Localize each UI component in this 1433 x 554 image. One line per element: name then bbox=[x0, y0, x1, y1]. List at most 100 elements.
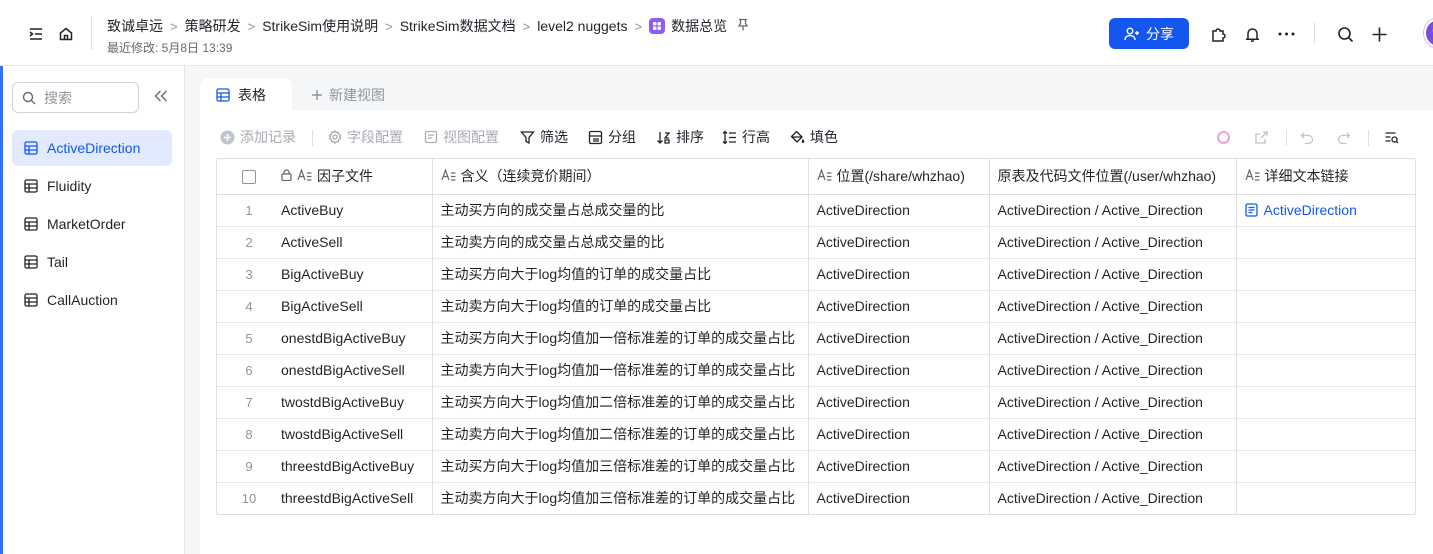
plugin-icon[interactable] bbox=[1206, 22, 1230, 46]
table-row[interactable]: 9 threestdBigActiveBuy 主动买方向大于log均值加三倍标准差的… bbox=[217, 450, 1415, 483]
row-index[interactable]: 10 bbox=[217, 482, 281, 514]
search-icon[interactable] bbox=[1333, 22, 1357, 46]
cell-factor-file[interactable]: ActiveSell bbox=[281, 226, 433, 259]
row-index[interactable]: 7 bbox=[217, 386, 281, 419]
cell-source-location[interactable]: ActiveDirection / Active_Direction bbox=[989, 322, 1237, 355]
breadcrumb-item[interactable]: StrikeSim使用说明 bbox=[262, 16, 378, 36]
expand-sidebar-icon[interactable] bbox=[24, 22, 48, 46]
row-index[interactable]: 2 bbox=[217, 226, 281, 259]
cell-meaning[interactable]: 主动买方向大于log均值的订单的成交量占比 bbox=[432, 258, 809, 291]
cell-factor-file[interactable]: threestdBigActiveSell bbox=[281, 482, 433, 514]
row-index[interactable]: 8 bbox=[217, 418, 281, 451]
cell-position[interactable]: ActiveDirection bbox=[808, 418, 990, 451]
fill-color-button[interactable]: 填色 bbox=[790, 122, 838, 152]
cell-meaning[interactable]: 主动卖方向大于log均值的订单的成交量占比 bbox=[432, 290, 809, 323]
cell-detail-link[interactable] bbox=[1236, 386, 1415, 419]
breadcrumb-item[interactable]: 致诚卓远 bbox=[107, 16, 163, 36]
cell-meaning[interactable]: 主动买方向的成交量占总成交量的比 bbox=[432, 194, 809, 227]
row-index[interactable]: 9 bbox=[217, 450, 281, 483]
more-icon[interactable] bbox=[1274, 22, 1298, 46]
cell-meaning[interactable]: 主动卖方向大于log均值加三倍标准差的订单的成交量占比 bbox=[432, 482, 809, 514]
cell-position[interactable]: ActiveDirection bbox=[808, 354, 990, 387]
cell-meaning[interactable]: 主动卖方向的成交量占总成交量的比 bbox=[432, 226, 809, 259]
table-row[interactable]: 5 onestdBigActiveBuy 主动买方向大于log均值加一倍标准差的订单… bbox=[217, 322, 1415, 355]
table-row[interactable]: 2 ActiveSell 主动卖方向的成交量占总成交量的比 ActiveDirecti… bbox=[217, 226, 1415, 259]
tab-grid-view[interactable]: 表格 bbox=[200, 78, 292, 112]
cell-position[interactable]: ActiveDirection bbox=[808, 226, 990, 259]
plus-icon[interactable] bbox=[1367, 22, 1391, 46]
cell-factor-file[interactable]: twostdBigActiveSell bbox=[281, 418, 433, 451]
cell-detail-link[interactable]: ActiveDirection bbox=[1236, 194, 1416, 227]
cell-factor-file[interactable]: BigActiveSell bbox=[281, 290, 433, 323]
breadcrumb-item[interactable]: level2 nuggets bbox=[537, 18, 627, 34]
collapse-sidebar-icon[interactable] bbox=[151, 86, 171, 106]
cell-position[interactable]: ActiveDirection bbox=[808, 322, 990, 355]
cell-position[interactable]: ActiveDirection bbox=[808, 386, 990, 419]
cell-source-location[interactable]: ActiveDirection / Active_Direction bbox=[989, 194, 1237, 227]
cell-meaning[interactable]: 主动买方向大于log均值加一倍标准差的订单的成交量占比 bbox=[432, 322, 809, 355]
cell-source-location[interactable]: ActiveDirection / Active_Direction bbox=[989, 290, 1237, 323]
avatar[interactable] bbox=[1424, 18, 1433, 48]
home-icon[interactable] bbox=[54, 22, 78, 46]
column-header[interactable]: 因子文件 bbox=[281, 159, 433, 195]
row-height-button[interactable]: 行高 bbox=[722, 122, 770, 152]
cell-detail-link[interactable] bbox=[1236, 450, 1415, 483]
cell-source-location[interactable]: ActiveDirection / Active_Direction bbox=[989, 450, 1237, 483]
cell-factor-file[interactable]: onestdBigActiveBuy bbox=[281, 322, 433, 355]
cell-position[interactable]: ActiveDirection bbox=[808, 290, 990, 323]
column-header[interactable]: 位置(/share/whzhao) bbox=[808, 159, 990, 195]
sidebar-item-callauction[interactable]: CallAuction bbox=[12, 282, 172, 318]
cell-meaning[interactable]: 主动买方向大于log均值加三倍标准差的订单的成交量占比 bbox=[432, 450, 809, 483]
cell-meaning[interactable]: 主动买方向大于log均值加二倍标准差的订单的成交量占比 bbox=[432, 386, 809, 419]
row-index[interactable]: 5 bbox=[217, 322, 281, 355]
sort-button[interactable]: 排序 bbox=[656, 122, 704, 152]
cell-factor-file[interactable]: ActiveBuy bbox=[281, 194, 433, 227]
table-row[interactable]: 3 BigActiveBuy 主动买方向大于log均值的订单的成交量占比 Active… bbox=[217, 258, 1415, 291]
share-button[interactable]: 分享 bbox=[1109, 18, 1189, 49]
table-row[interactable]: 4 BigActiveSell 主动卖方向大于log均值的订单的成交量占比 Activ… bbox=[217, 290, 1415, 323]
cell-detail-link[interactable] bbox=[1236, 418, 1415, 451]
table-row[interactable]: 10 threestdBigActiveSell 主动卖方向大于log均值加三倍标准… bbox=[217, 482, 1415, 514]
sidebar-item-tail[interactable]: Tail bbox=[12, 244, 172, 280]
bell-icon[interactable] bbox=[1240, 22, 1264, 46]
cell-source-location[interactable]: ActiveDirection / Active_Direction bbox=[989, 226, 1237, 259]
column-header[interactable]: 原表及代码文件位置(/user/whzhao) bbox=[989, 159, 1237, 195]
row-index[interactable]: 1 bbox=[217, 194, 281, 227]
cell-factor-file[interactable]: twostdBigActiveBuy bbox=[281, 386, 433, 419]
sidebar-item-activedirection[interactable]: ActiveDirection bbox=[12, 130, 172, 166]
view-config-button[interactable]: 视图配置 bbox=[424, 122, 499, 152]
doc-link[interactable]: ActiveDirection bbox=[1244, 202, 1416, 218]
cell-position[interactable]: ActiveDirection bbox=[808, 482, 990, 514]
group-button[interactable]: 分组 bbox=[588, 122, 636, 152]
search-records-icon[interactable] bbox=[1382, 128, 1400, 146]
row-index[interactable]: 6 bbox=[217, 354, 281, 387]
cell-detail-link[interactable] bbox=[1236, 290, 1415, 323]
table-row[interactable]: 6 onestdBigActiveSell 主动卖方向大于log均值加一倍标准差的订… bbox=[217, 354, 1415, 387]
cell-factor-file[interactable]: BigActiveBuy bbox=[281, 258, 433, 291]
cell-position[interactable]: ActiveDirection bbox=[808, 258, 990, 291]
cell-meaning[interactable]: 主动卖方向大于log均值加一倍标准差的订单的成交量占比 bbox=[432, 354, 809, 387]
ai-assistant-icon[interactable] bbox=[1214, 128, 1232, 146]
filter-button[interactable]: 筛选 bbox=[520, 122, 568, 152]
cell-detail-link[interactable] bbox=[1236, 258, 1415, 291]
redo-icon[interactable] bbox=[1334, 128, 1352, 146]
select-all-checkbox[interactable] bbox=[242, 170, 256, 185]
cell-source-location[interactable]: ActiveDirection / Active_Direction bbox=[989, 258, 1237, 291]
cell-source-location[interactable]: ActiveDirection / Active_Direction bbox=[989, 386, 1237, 419]
table-row[interactable]: 8 twostdBigActiveSell 主动卖方向大于log均值加二倍标准差的订… bbox=[217, 418, 1415, 451]
table-row[interactable]: 1 ActiveBuy 主动买方向的成交量占总成交量的比 ActiveDirectio… bbox=[217, 194, 1416, 227]
sidebar-item-marketorder[interactable]: MarketOrder bbox=[12, 206, 172, 242]
cell-source-location[interactable]: ActiveDirection / Active_Direction bbox=[989, 482, 1237, 514]
table-row[interactable]: 7 twostdBigActiveBuy 主动买方向大于log均值加二倍标准差的订单… bbox=[217, 386, 1415, 419]
breadcrumb-current[interactable]: 数据总览 bbox=[649, 16, 727, 36]
cell-position[interactable]: ActiveDirection bbox=[808, 194, 990, 227]
row-index[interactable]: 4 bbox=[217, 290, 281, 323]
cell-detail-link[interactable] bbox=[1236, 482, 1415, 514]
row-index[interactable]: 3 bbox=[217, 258, 281, 291]
cell-meaning[interactable]: 主动卖方向大于log均值加二倍标准差的订单的成交量占比 bbox=[432, 418, 809, 451]
add-record-button[interactable]: 添加记录 bbox=[220, 122, 296, 152]
share-out-icon[interactable] bbox=[1252, 128, 1270, 146]
cell-position[interactable]: ActiveDirection bbox=[808, 450, 990, 483]
search-input[interactable]: 搜索 bbox=[12, 82, 139, 113]
cell-detail-link[interactable] bbox=[1236, 226, 1415, 259]
